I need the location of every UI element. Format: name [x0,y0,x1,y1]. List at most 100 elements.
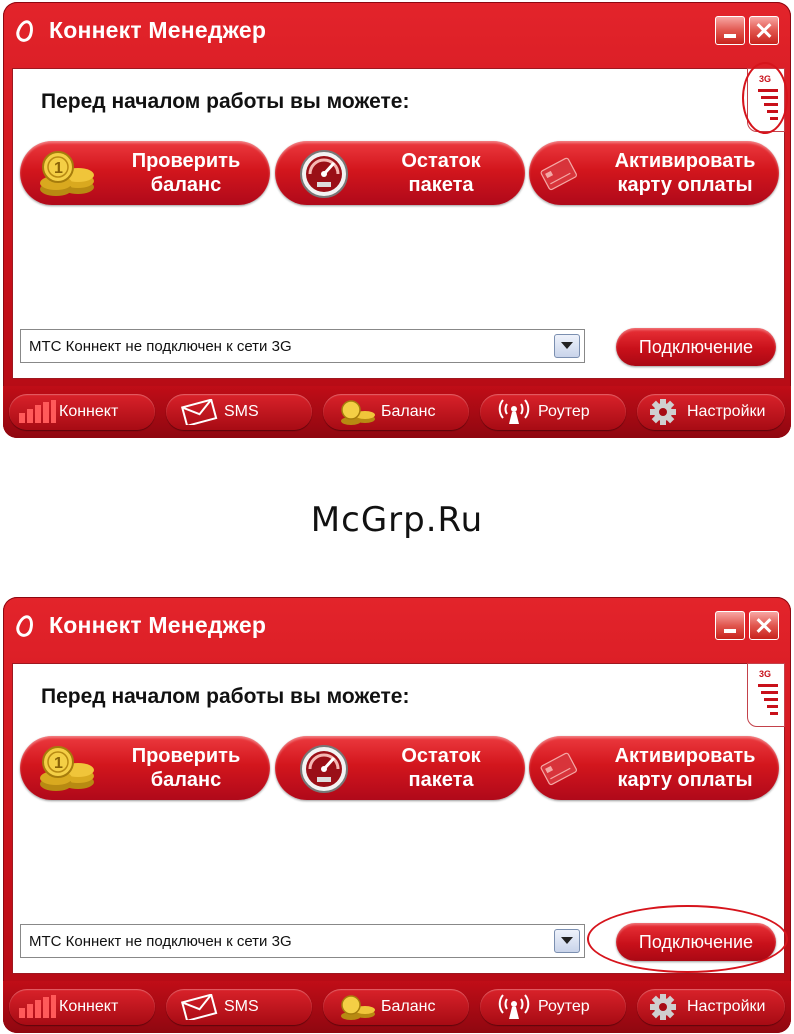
signal-bar [767,110,778,113]
tab-connect[interactable]: Коннект [9,989,155,1025]
window-title: Коннект Менеджер [49,612,267,638]
label-line: Активировать [614,150,756,172]
package-remaining-label: Остаток пакета [361,149,521,197]
package-remaining-button[interactable]: Остаток пакета [275,141,525,205]
check-balance-button[interactable]: 1 Проверить баланс [20,141,270,205]
activate-payment-card-button[interactable]: Активировать карту оплаты [529,141,779,205]
close-button[interactable] [749,16,779,45]
gear-icon [650,994,676,1020]
coins-icon: 1 [40,151,94,196]
tab-settings[interactable]: Настройки [637,989,785,1025]
payment-card-icon [540,752,577,786]
svg-text:1: 1 [54,160,63,177]
label-line: Проверить [131,150,241,172]
check-balance-button[interactable]: 1 Проверить баланс [20,736,270,800]
label-line: пакета [408,174,474,196]
signal-bar [761,96,778,99]
tab-label: Настройки [687,403,766,420]
connection-status-dropdown[interactable]: МТС Коннект не подключен к сети 3G [20,329,585,363]
minimize-button[interactable] [715,16,745,45]
window-title: Коннект Менеджер [49,17,267,43]
label-line: карту оплаты [617,174,753,196]
label-line: баланс [150,769,222,791]
tab-sms[interactable]: SMS [166,394,312,430]
package-remaining-button[interactable]: Остаток пакета [275,736,525,800]
check-balance-label: Проверить баланс [106,149,266,197]
signal-bar [764,103,778,106]
tab-router[interactable]: Роутер [480,989,626,1025]
page-heading: Перед началом работы вы можете: [41,685,410,708]
page-heading: Перед началом работы вы можете: [41,90,410,113]
network-signal-indicator[interactable]: 3G [747,663,785,727]
tab-settings[interactable]: Настройки [637,394,785,430]
label-line: Остаток [401,745,481,767]
label-line: баланс [150,174,222,196]
router-icon [498,399,530,424]
envelope-icon [180,399,218,425]
connect-button[interactable]: Подключение [616,328,776,366]
signal-bar [767,705,778,708]
watermark-text: McGrp.Ru [310,500,484,540]
connect-manager-window-2: Коннект Менеджер Перед началом работы вы… [3,597,791,1033]
tab-label: SMS [224,998,259,1015]
activate-payment-card-label: Активировать карту оплаты [595,744,775,792]
tab-connect[interactable]: Коннект [9,394,155,430]
bottom-tab-bar: Коннект SMS Баланс Роутер Настройки [3,386,791,438]
mts-logo-icon [13,18,37,44]
signal-bar [761,691,778,694]
tab-label: SMS [224,403,259,420]
signal-bar [770,712,778,715]
label-line: карту оплаты [617,769,753,791]
mts-logo-icon [13,613,37,639]
label-line: Остаток [401,150,481,172]
speedometer-icon [300,150,348,198]
tab-balance[interactable]: Баланс [323,989,469,1025]
tab-label: Настройки [687,998,766,1015]
signal-bar [758,684,778,687]
label-line: пакета [408,769,474,791]
minimize-button[interactable] [715,611,745,640]
main-panel: Перед началом работы вы можете: 3G 1 Про… [12,68,785,379]
coins-icon [341,400,375,425]
network-type-label: 3G [759,669,772,679]
activate-payment-card-label: Активировать карту оплаты [595,149,775,197]
tab-label: Роутер [538,998,590,1015]
connect-manager-window-1: Коннект Менеджер Перед началом работы вы… [3,2,791,438]
tab-label: Баланс [381,998,436,1015]
coins-icon [341,995,375,1020]
coins-icon: 1 [40,746,94,791]
tab-balance[interactable]: Баланс [323,394,469,430]
tab-label: Коннект [59,998,119,1015]
close-button[interactable] [749,611,779,640]
connect-button[interactable]: Подключение [616,923,776,961]
signal-bars-icon [19,995,56,1018]
signal-bar [770,117,778,120]
connection-status-dropdown[interactable]: МТС Коннект не подключен к сети 3G [20,924,585,958]
tab-router[interactable]: Роутер [480,394,626,430]
speedometer-icon [300,745,348,793]
router-icon [498,994,530,1019]
payment-card-icon [540,157,577,191]
connection-status-text: МТС Коннект не подключен к сети 3G [29,338,292,355]
network-type-label: 3G [759,74,772,84]
package-remaining-label: Остаток пакета [361,744,521,792]
tab-sms[interactable]: SMS [166,989,312,1025]
check-balance-label: Проверить баланс [106,744,266,792]
network-signal-indicator[interactable]: 3G [747,68,785,132]
title-bar: Коннект Менеджер [3,2,791,62]
tab-label: Баланс [381,403,436,420]
signal-bar [758,89,778,92]
signal-bars-icon [19,400,56,423]
main-panel: Перед началом работы вы можете: 3G 1 Про… [12,663,785,974]
signal-bar [764,698,778,701]
bottom-tab-bar: Коннект SMS Баланс Роутер Настройки [3,981,791,1033]
activate-payment-card-button[interactable]: Активировать карту оплаты [529,736,779,800]
envelope-icon [180,994,218,1020]
chevron-down-icon[interactable] [554,929,580,953]
chevron-down-icon[interactable] [554,334,580,358]
label-line: Проверить [131,745,241,767]
svg-text:1: 1 [54,755,63,772]
gear-icon [650,399,676,425]
tab-label: Роутер [538,403,590,420]
connection-status-text: МТС Коннект не подключен к сети 3G [29,933,292,950]
